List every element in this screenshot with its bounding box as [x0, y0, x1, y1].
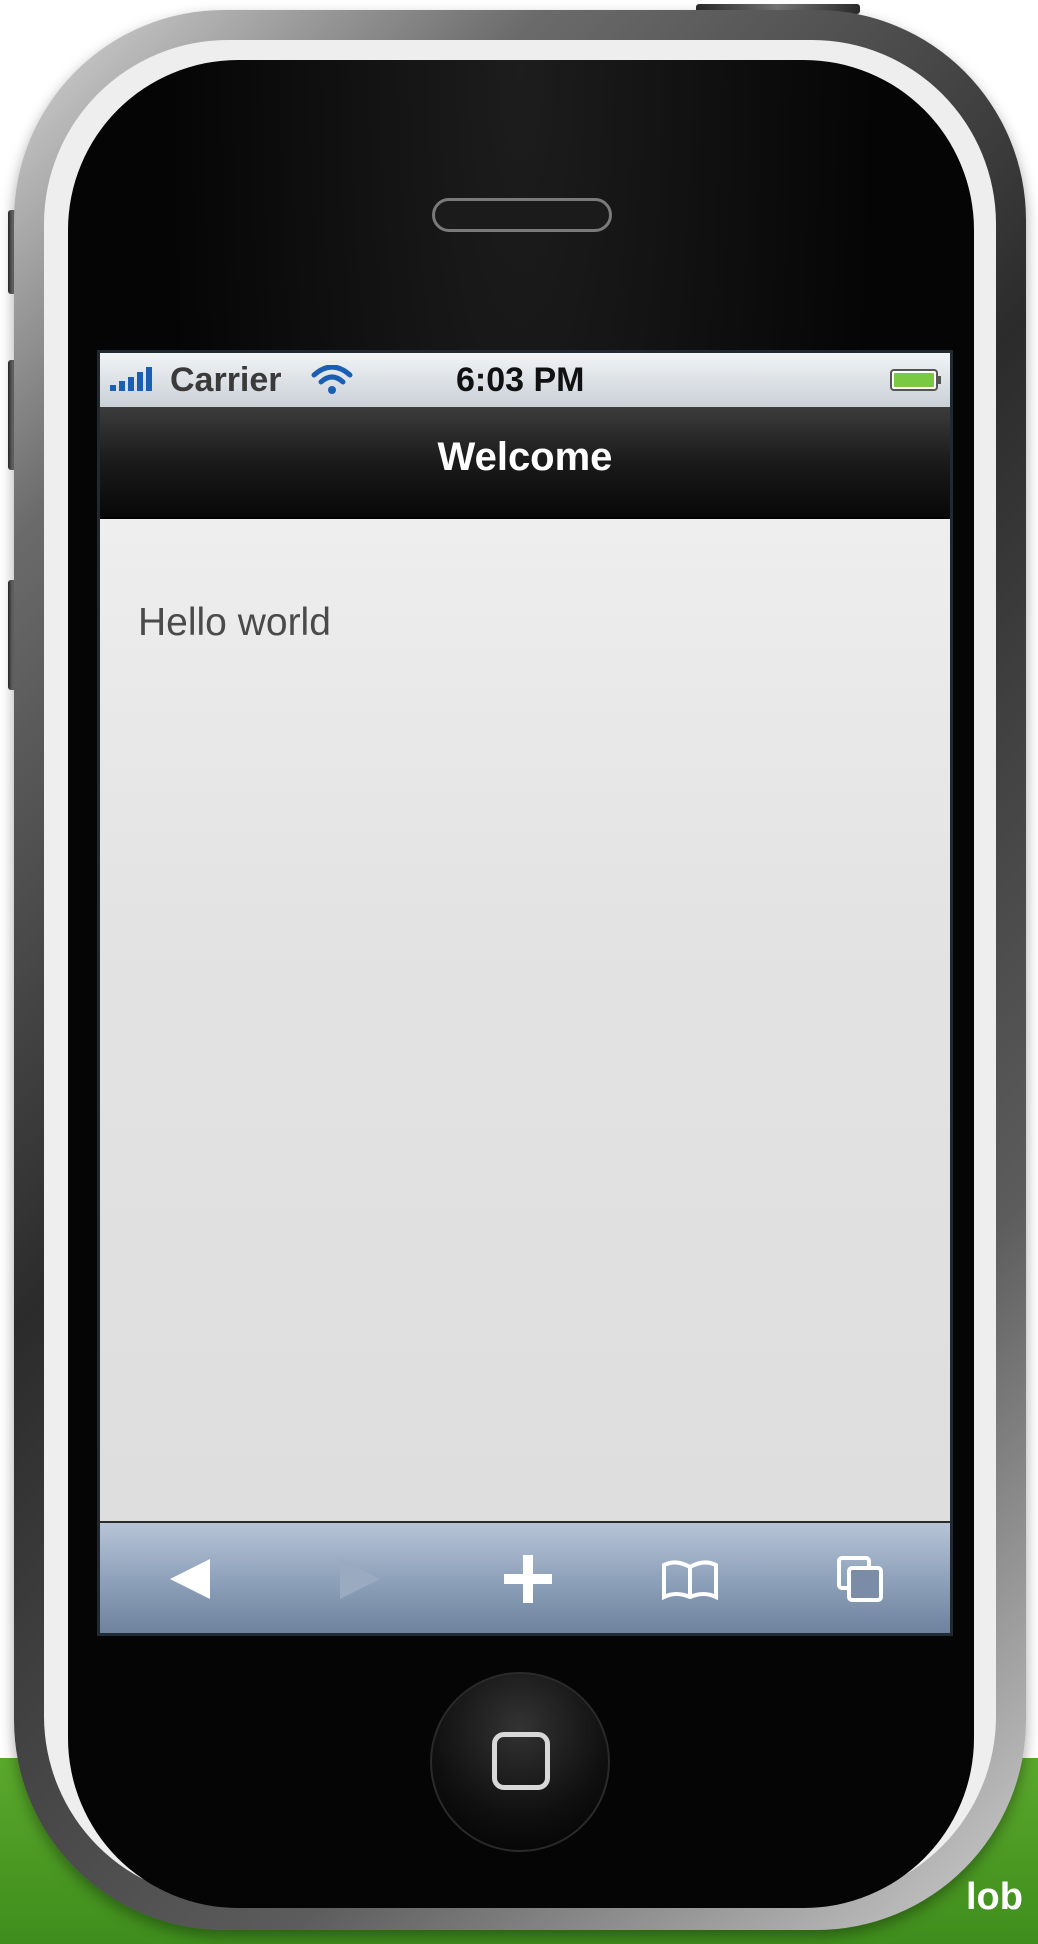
back-button[interactable]: [160, 1549, 220, 1609]
forward-arrow-icon: [340, 1559, 380, 1599]
phone-screen: Carrier 6:03 PM Welcome Hello world: [97, 350, 953, 1636]
bookmarks-icon: [662, 1560, 718, 1601]
pages-button[interactable]: [830, 1549, 890, 1609]
earpiece-speaker: [432, 198, 612, 232]
wifi-icon: [311, 365, 353, 394]
browser-toolbar: [100, 1521, 950, 1633]
forward-button[interactable]: [330, 1549, 390, 1609]
status-time: 6:03 PM: [456, 361, 585, 399]
battery-icon: [890, 369, 941, 391]
status-bar: Carrier 6:03 PM: [100, 353, 950, 408]
back-arrow-icon: [170, 1559, 210, 1599]
carrier-label: Carrier: [170, 361, 282, 399]
banner-text: lob: [966, 1876, 1023, 1918]
navigation-bar: Welcome: [100, 407, 950, 519]
home-square-icon: [492, 1732, 550, 1790]
content-text: Hello world: [138, 601, 331, 644]
nav-title: Welcome: [437, 435, 613, 479]
pages-icon: [837, 1556, 883, 1602]
add-button[interactable]: [498, 1549, 558, 1609]
plus-icon: [504, 1555, 552, 1603]
home-button[interactable]: [430, 1672, 610, 1852]
bookmarks-button[interactable]: [660, 1549, 720, 1609]
page-content: Hello world: [100, 519, 950, 1521]
signal-bars-icon: [110, 367, 152, 391]
